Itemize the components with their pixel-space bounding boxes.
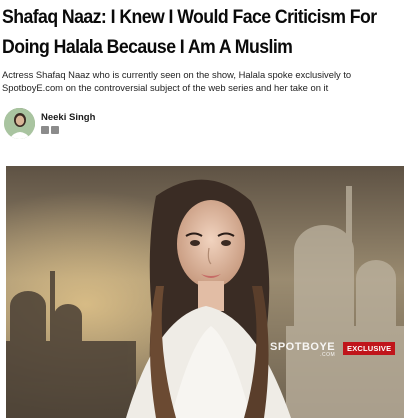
author-name[interactable]: Neeki Singh [41, 112, 95, 123]
mail-icon[interactable] [41, 126, 49, 134]
spotboye-watermark: SPOTBOYE .COM [270, 341, 335, 358]
exclusive-badge: EXCLUSIVE [343, 342, 396, 355]
author-avatar[interactable] [4, 108, 35, 139]
author-social-links [41, 126, 59, 134]
article-headline: Shafaq Naaz: I Knew I Would Face Critici… [2, 7, 377, 58]
hero-illustration [6, 166, 404, 418]
author-byline: Neeki Singh [4, 108, 304, 144]
twitter-icon[interactable] [51, 126, 59, 134]
hero-image: SPOTBOYE .COM EXCLUSIVE [6, 166, 404, 418]
article-summary: Actress Shafaq Naaz who is currently see… [2, 69, 352, 93]
